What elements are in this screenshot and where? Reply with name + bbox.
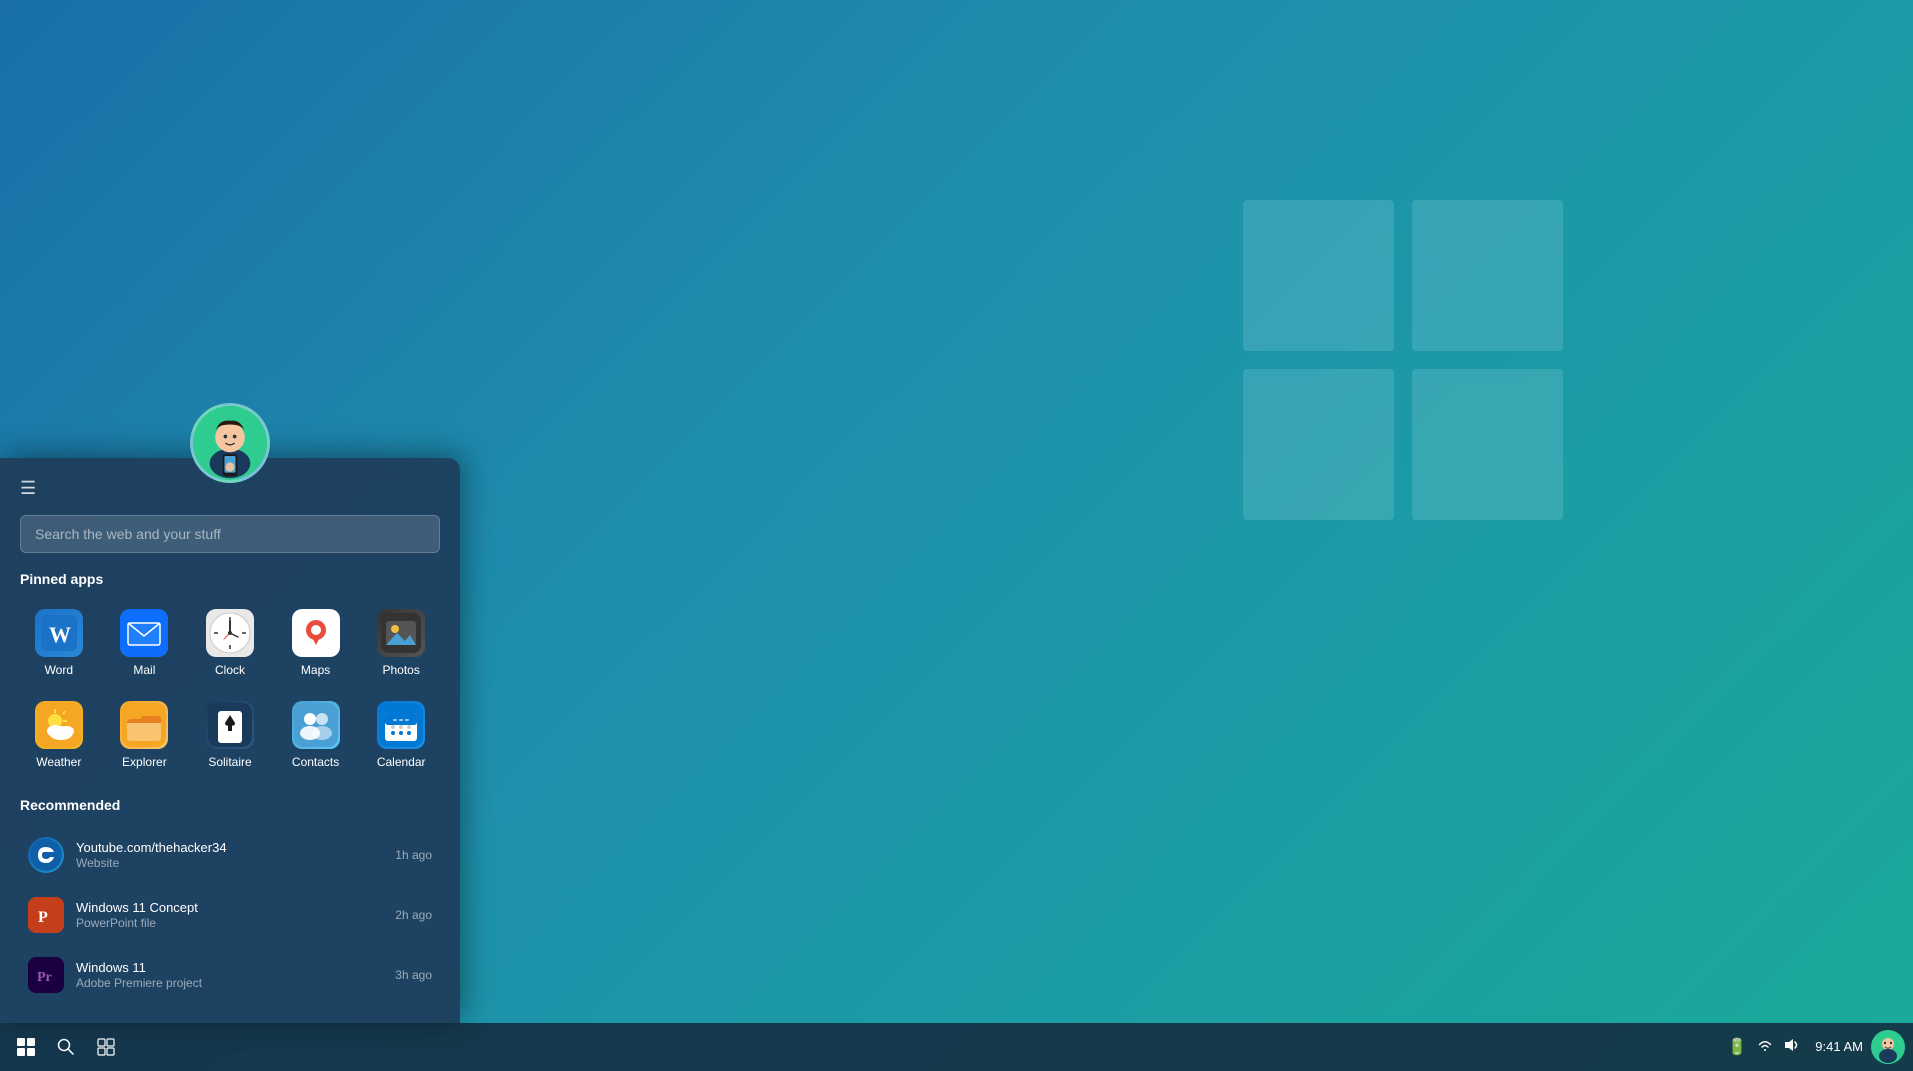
explorer-label: Explorer [122, 755, 167, 769]
rec-item-youtube[interactable]: Youtube.com/thehacker34 Website 1h ago [20, 827, 440, 883]
app-mail[interactable]: Mail [106, 601, 184, 685]
taskbar-widgets-button[interactable] [88, 1029, 124, 1065]
rec-win11concept-info: Windows 11 Concept PowerPoint file [76, 900, 395, 930]
app-weather[interactable]: Weather [20, 693, 98, 777]
svg-text:W: W [49, 622, 71, 647]
app-word[interactable]: W Word [20, 601, 98, 685]
maps-label: Maps [301, 663, 330, 677]
hamburger-icon[interactable]: ☰ [20, 478, 36, 499]
svg-text:P: P [38, 909, 48, 926]
search-input[interactable] [20, 515, 440, 553]
taskbar-right: 🔋 9:41 AM [1727, 1030, 1905, 1064]
app-calendar[interactable]: Calendar [362, 693, 440, 777]
calendar-icon [377, 701, 425, 749]
app-solitaire[interactable]: Solitaire [191, 693, 269, 777]
app-explorer[interactable]: Explorer [106, 693, 184, 777]
rec-win11-subtitle: Adobe Premiere project [76, 976, 395, 990]
explorer-icon [120, 701, 168, 749]
clock-icon [206, 609, 254, 657]
start-menu: ☰ Pinned apps W Word [0, 458, 460, 1023]
app-contacts[interactable]: Contacts [277, 693, 355, 777]
taskbar-search-button[interactable] [48, 1029, 84, 1065]
photos-label: Photos [383, 663, 420, 677]
desktop: ☰ Pinned apps W Word [0, 0, 1913, 1071]
network-icon [1757, 1037, 1773, 1058]
recommended-title: Recommended [20, 797, 440, 813]
premiere-icon: Pr [28, 957, 64, 993]
rec-win11-time: 3h ago [395, 968, 432, 982]
edge-icon [28, 837, 64, 873]
svg-text:Pr: Pr [37, 970, 52, 985]
app-photos[interactable]: Photos [362, 601, 440, 685]
mail-icon [120, 609, 168, 657]
contacts-label: Contacts [292, 755, 339, 769]
rec-item-win11[interactable]: Pr Windows 11 Adobe Premiere project 3h … [20, 947, 440, 1003]
windows-logo-watermark [1243, 200, 1563, 520]
taskbar-user-avatar[interactable] [1871, 1030, 1905, 1064]
app-clock[interactable]: Clock [191, 601, 269, 685]
solitaire-icon [206, 701, 254, 749]
taskbar: 🔋 9:41 AM [0, 1023, 1913, 1071]
rec-win11-title: Windows 11 [76, 960, 395, 975]
rec-win11concept-time: 2h ago [395, 908, 432, 922]
contacts-icon [292, 701, 340, 749]
calendar-label: Calendar [377, 755, 426, 769]
user-avatar-container [190, 403, 270, 483]
rec-youtube-subtitle: Website [76, 856, 395, 870]
solitaire-label: Solitaire [208, 755, 251, 769]
weather-icon [35, 701, 83, 749]
pinned-apps-title: Pinned apps [20, 571, 440, 587]
pinned-apps-grid: W Word Mail [20, 601, 440, 777]
word-icon: W [35, 609, 83, 657]
user-avatar[interactable] [190, 403, 270, 483]
rec-youtube-time: 1h ago [395, 848, 432, 862]
rec-win11-info: Windows 11 Adobe Premiere project [76, 960, 395, 990]
start-button[interactable] [8, 1029, 44, 1065]
battery-icon: 🔋 [1727, 1037, 1747, 1057]
app-maps[interactable]: Maps [277, 601, 355, 685]
clock-label: Clock [215, 663, 245, 677]
weather-label: Weather [36, 755, 81, 769]
ppt-icon: P [28, 897, 64, 933]
photos-icon [377, 609, 425, 657]
taskbar-time: 9:41 AM [1815, 1038, 1863, 1056]
recommended-list: Youtube.com/thehacker34 Website 1h ago P… [20, 827, 440, 1003]
rec-win11concept-subtitle: PowerPoint file [76, 916, 395, 930]
word-label: Word [45, 663, 73, 677]
taskbar-system-icons: 🔋 [1727, 1037, 1799, 1058]
maps-icon [292, 609, 340, 657]
mail-label: Mail [133, 663, 155, 677]
rec-youtube-info: Youtube.com/thehacker34 Website [76, 840, 395, 870]
volume-icon [1783, 1037, 1799, 1058]
rec-youtube-title: Youtube.com/thehacker34 [76, 840, 395, 855]
rec-item-win11concept[interactable]: P Windows 11 Concept PowerPoint file 2h … [20, 887, 440, 943]
rec-win11concept-title: Windows 11 Concept [76, 900, 395, 915]
